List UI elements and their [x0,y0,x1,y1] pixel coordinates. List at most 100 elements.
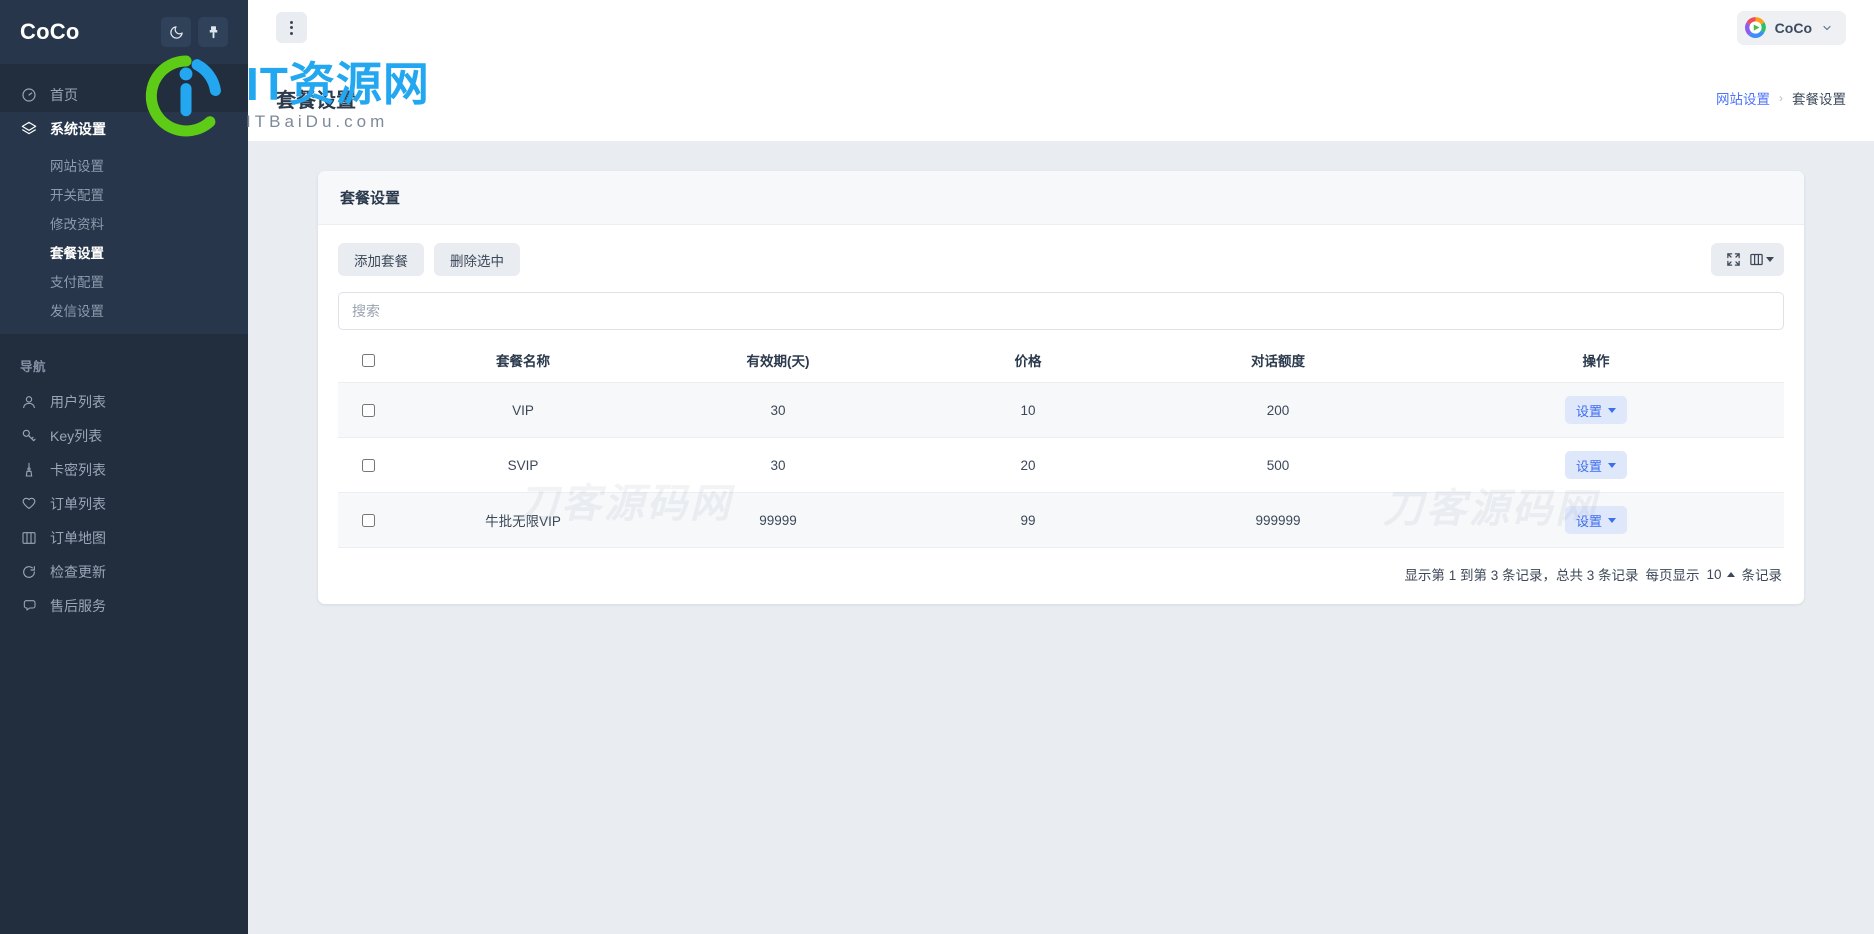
sidebar-item-card-list[interactable]: 卡密列表 [0,453,248,487]
sidebar-item-order-map[interactable]: 订单地图 [0,521,248,555]
columns-icon[interactable] [1749,243,1778,276]
sidebar-submenu-system: 网站设置 开关配置 修改资料 套餐设置 支付配置 发信设置 [0,146,248,334]
breadcrumb: 网站设置 › 套餐设置 [1716,88,1846,108]
main-area: CoCo 套餐设置 网站设置 › 套餐设置 刀客源码网 刀客源码网 套餐设置 [248,0,1874,934]
sidebar-item-check-update[interactable]: 检查更新 [0,555,248,589]
sidebar-subitem-edit-profile[interactable]: 修改资料 [0,208,248,237]
sidebar-item-home[interactable]: 首页 [0,78,248,112]
settings-dropdown-button[interactable]: 设置 [1564,451,1627,479]
row-select-cell [338,492,398,548]
sidebar-subitem-payment-config[interactable]: 支付配置 [0,266,248,295]
breadcrumb-parent-link[interactable]: 网站设置 [1716,88,1770,108]
cell-days: 99999 [648,492,908,548]
kebab-menu-icon[interactable] [276,12,307,43]
sidebar-item-label: 用户列表 [50,394,106,410]
cell-price: 20 [908,437,1148,493]
table-body: VIP 30 10 200 设置 SVIP 30 20 500 设置 牛批无限V… [338,382,1784,548]
row-checkbox[interactable] [361,514,375,528]
page-title: 套餐设置 [276,89,356,112]
gauge-icon [20,87,37,104]
settings-button-label: 设置 [1575,458,1602,474]
cell-action: 设置 [1408,382,1784,438]
sidebar-item-label: Key列表 [50,428,103,444]
chat-icon [20,598,37,615]
sidebar-item-label: 订单地图 [50,530,106,546]
layers-icon [20,121,37,138]
sidebar-item-order-list[interactable]: 订单列表 [0,487,248,521]
brand-logo-text: CoCo [20,19,80,44]
sidebar-section-title: 导航 [20,360,47,374]
add-package-button[interactable]: 添加套餐 [338,243,424,276]
sidebar-item-user-list[interactable]: 用户列表 [0,385,248,419]
sidebar-subitem-label: 支付配置 [50,274,104,290]
settings-dropdown-button[interactable]: 设置 [1564,506,1627,534]
per-page-suffix: 条记录 [1741,568,1783,583]
select-all-header [338,338,398,383]
table-toolbar: 添加套餐 删除选中 [338,243,1784,276]
row-select-cell [338,382,398,438]
sidebar-subitem-package-settings[interactable]: 套餐设置 [0,237,248,266]
refresh-icon [20,564,37,581]
chevron-down-icon [1608,407,1616,413]
top-bar: CoCo [248,0,1874,55]
column-header-quota[interactable]: 对话额度 [1148,338,1408,383]
column-header-days[interactable]: 有效期(天) [648,338,908,383]
per-page-selector[interactable]: 10 [1706,567,1735,582]
cell-quota: 500 [1148,437,1408,493]
sidebar-item-key-list[interactable]: Key列表 [0,419,248,453]
sidebar-subitem-switch-config[interactable]: 开关配置 [0,179,248,208]
sidebar-item-label: 首页 [50,87,78,103]
settings-dropdown-button[interactable]: 设置 [1564,396,1627,424]
chevron-up-icon [1726,571,1735,577]
sidebar-subitem-label: 开关配置 [50,187,104,203]
select-all-checkbox[interactable] [361,354,375,368]
moon-icon[interactable] [161,17,191,47]
card-body: 添加套餐 删除选中 搜索 套餐名称 有效期(天) 价格 对话额度 操作 VIP … [318,225,1804,604]
delete-selected-button[interactable]: 删除选中 [434,243,520,276]
user-name: CoCo [1774,19,1812,36]
sidebar-item-after-sales[interactable]: 售后服务 [0,589,248,623]
card-header: 套餐设置 [318,171,1804,225]
settings-button-label: 设置 [1575,403,1602,419]
sidebar-subitem-label: 发信设置 [50,303,104,319]
cell-action: 设置 [1408,492,1784,548]
sidebar-subitem-site-settings[interactable]: 网站设置 [0,150,248,179]
column-header-action: 操作 [1408,338,1784,383]
chevron-down-icon [1766,257,1774,262]
row-checkbox[interactable] [361,404,375,418]
book-icon [20,530,37,547]
table-head: 套餐名称 有效期(天) 价格 对话额度 操作 [338,338,1784,383]
cell-price: 10 [908,382,1148,438]
paint-icon[interactable] [198,17,228,47]
row-select-cell [338,437,398,493]
package-settings-card: 套餐设置 添加套餐 删除选中 搜索 套餐名称 有效期(天) 价格 对话额度 操作… [318,171,1804,604]
sidebar-brand-bar: CoCo [0,0,248,64]
pagination-bar: 显示第 1 到第 3 条记录，总共 3 条记录 每页显示 10 条记录 [338,548,1784,590]
column-header-price[interactable]: 价格 [908,338,1148,383]
row-checkbox[interactable] [361,459,375,473]
cell-quota: 999999 [1148,492,1408,548]
sidebar-subitem-mail-settings[interactable]: 发信设置 [0,295,248,324]
card-title: 套餐设置 [340,190,401,207]
chevron-down-icon [1823,25,1831,30]
table-row: VIP 30 10 200 设置 [338,382,1784,438]
card-icon [20,462,37,479]
search-input[interactable] [338,292,1784,330]
sidebar-nav: 首页 系统设置 网站设置 开关配置 修改资料 套餐设置 支付配置 发信设置 导航 [0,64,248,623]
key-icon [20,428,37,445]
column-header-name[interactable]: 套餐名称 [398,338,648,383]
app-root: CoCo 首页 系统设置 网站设置 开关配置 修改资料 套餐设置 支付配置 发信… [0,0,1874,934]
chevron-down-icon [1608,517,1616,523]
cell-name: VIP [398,382,648,438]
page-header: 套餐设置 网站设置 › 套餐设置 [248,55,1874,141]
fullscreen-icon[interactable] [1717,243,1749,276]
pagination-summary: 显示第 1 到第 3 条记录，总共 3 条记录 [1404,568,1639,583]
settings-button-label: 设置 [1575,513,1602,529]
breadcrumb-current: 套餐设置 [1792,92,1846,107]
user-menu[interactable]: CoCo [1736,10,1846,45]
sidebar-item-system-settings[interactable]: 系统设置 [0,112,248,146]
sidebar-subitem-label: 修改资料 [50,216,104,232]
cell-price: 99 [908,492,1148,548]
chevron-down-icon [1608,462,1616,468]
table-tools-group [1711,243,1784,276]
